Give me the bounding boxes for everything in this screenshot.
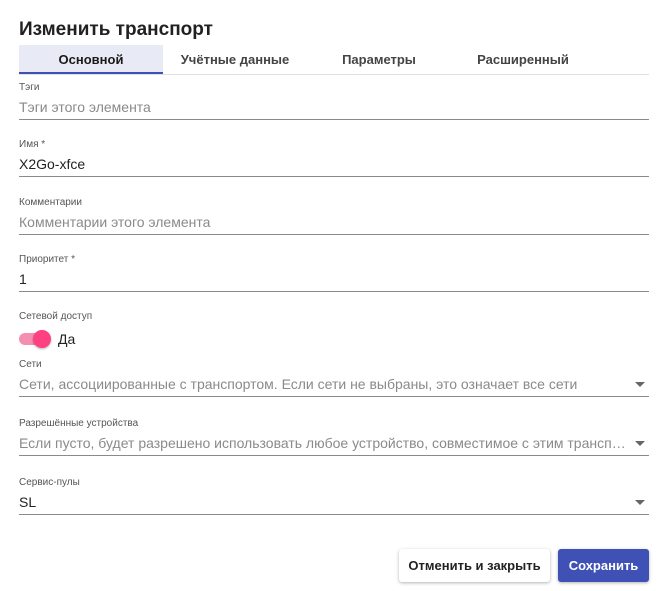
service-pools-field: Сервис-пулы SL <box>19 477 649 515</box>
toggle-knob[interactable] <box>33 330 51 348</box>
service-pools-value: SL <box>19 494 37 510</box>
toggle-label: Да <box>58 331 76 347</box>
tab-bar: Основной Учётные данные Параметры Расшир… <box>19 45 649 75</box>
name-label: Имя * <box>19 139 46 150</box>
allowed-devices-field: Разрешённые устройства Если пусто, будет… <box>19 418 649 456</box>
name-value: X2Go-xfce <box>19 156 86 172</box>
priority-input[interactable]: 1 <box>19 271 649 292</box>
tags-placeholder: Тэги этого элемента <box>19 99 151 115</box>
network-access-toggle[interactable]: Да <box>19 330 76 348</box>
service-pools-label: Сервис-пулы <box>19 477 80 488</box>
name-field: Имя * X2Go-xfce <box>19 139 649 177</box>
chevron-down-icon[interactable] <box>635 441 645 446</box>
priority-label: Приоритет * <box>19 254 75 265</box>
tab-main[interactable]: Основной <box>19 45 163 74</box>
save-button[interactable]: Сохранить <box>558 549 649 582</box>
comments-input[interactable]: Комментарии этого элемента <box>19 214 649 235</box>
cancel-and-close-button[interactable]: Отменить и закрыть <box>399 549 550 582</box>
comments-label: Комментарии <box>19 197 82 208</box>
chevron-down-icon[interactable] <box>635 500 645 505</box>
tags-label: Тэги <box>19 82 40 93</box>
comments-placeholder: Комментарии этого элемента <box>19 214 211 230</box>
networks-field: Сети Сети, ассоциированные с транспортом… <box>19 359 649 397</box>
tags-field: Тэги Тэги этого элемента <box>19 82 649 120</box>
name-input[interactable]: X2Go-xfce <box>19 156 649 177</box>
chevron-down-icon[interactable] <box>635 382 645 387</box>
networks-label: Сети <box>19 359 42 370</box>
networks-placeholder: Сети, ассоциированные с транспортом. Есл… <box>19 376 578 392</box>
network-access-field: Сетевой доступ <box>19 311 649 322</box>
service-pools-select[interactable]: SL <box>19 494 649 515</box>
priority-field: Приоритет * 1 <box>19 254 649 292</box>
tags-input[interactable]: Тэги этого элемента <box>19 99 649 120</box>
toggle-track[interactable] <box>19 330 51 348</box>
allowed-devices-label: Разрешённые устройства <box>19 418 139 429</box>
network-access-label: Сетевой доступ <box>19 311 93 322</box>
tab-parameters[interactable]: Параметры <box>307 45 451 74</box>
dialog-title: Изменить транспорт <box>19 19 213 40</box>
tab-advanced[interactable]: Расширенный <box>451 45 595 74</box>
allowed-devices-select[interactable]: Если пусто, будет разрешено использовать… <box>19 435 649 456</box>
networks-select[interactable]: Сети, ассоциированные с транспортом. Есл… <box>19 376 649 397</box>
comments-field: Комментарии Комментарии этого элемента <box>19 197 649 235</box>
allowed-devices-placeholder: Если пусто, будет разрешено использовать… <box>19 435 627 451</box>
tab-credentials[interactable]: Учётные данные <box>163 45 307 74</box>
priority-value: 1 <box>19 271 27 287</box>
